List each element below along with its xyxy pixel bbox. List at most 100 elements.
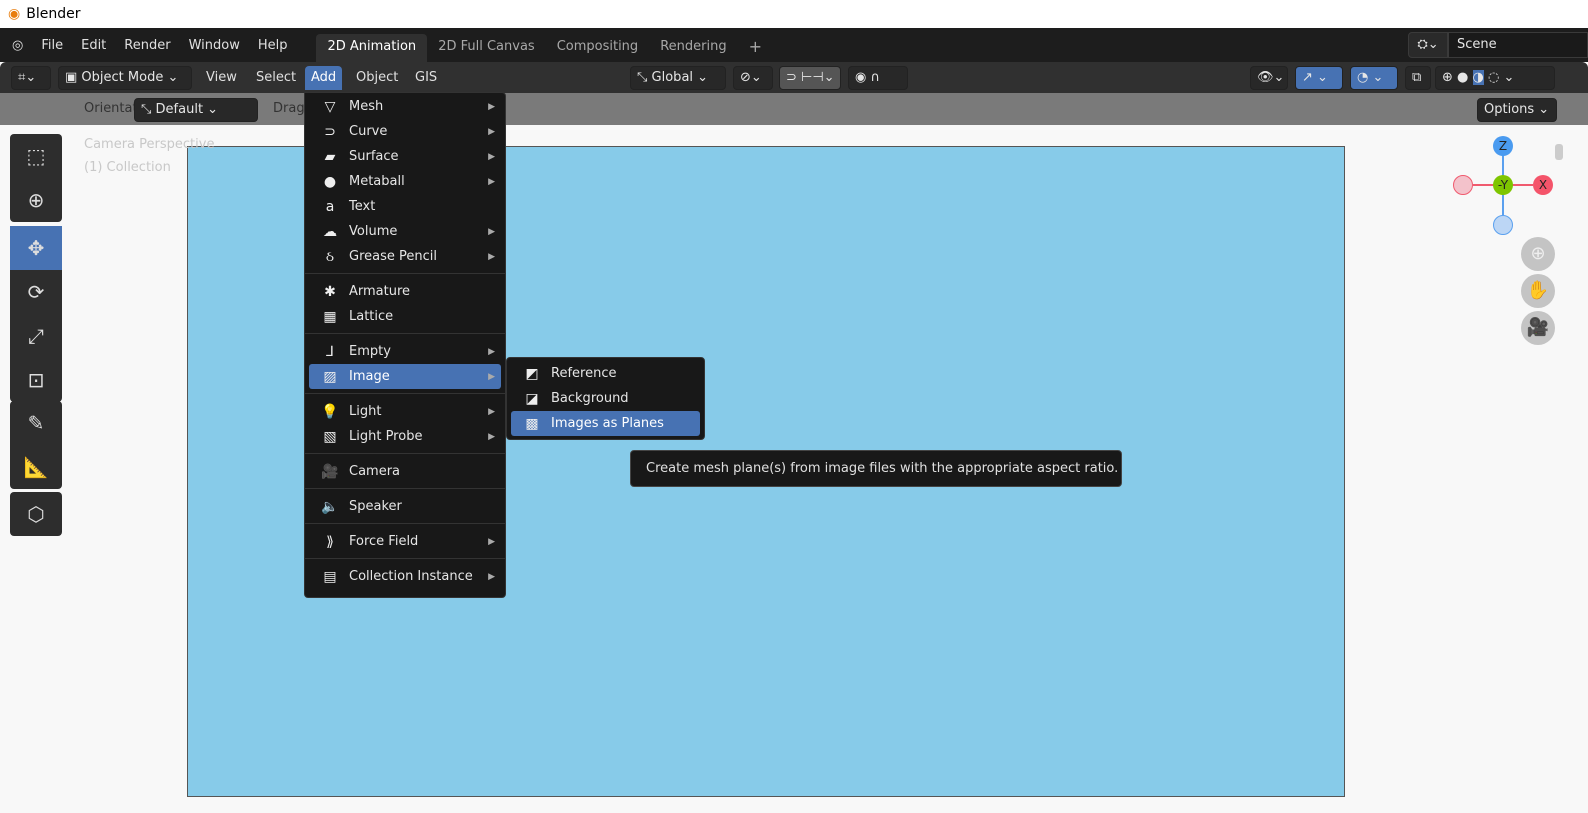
menu-item-camera[interactable]: 🎥 Camera — [309, 459, 501, 484]
tool-settings-bar: Orientation: ⤡ Default ⌄ Drag Options ⌄ — [0, 93, 1588, 125]
collection-instance-icon: ▤ — [323, 568, 337, 585]
menu-window[interactable]: Window — [180, 38, 249, 53]
menu-view[interactable]: View — [200, 66, 243, 90]
menu-item-lattice[interactable]: ▦ Lattice — [309, 304, 501, 329]
menu-item-image[interactable]: ▨ Image ▶ — [309, 364, 501, 389]
add-cube-tool-icon[interactable]: ⬡ — [10, 492, 62, 536]
orientation-value: Default — [155, 102, 204, 117]
gizmo-toggle-button[interactable]: ↗ ⌄ — [1295, 66, 1343, 90]
viewport-scrollbar[interactable] — [1555, 144, 1563, 160]
menu-item-metaball[interactable]: ● Metaball ▶ — [309, 169, 501, 194]
tooltip: Create mesh plane(s) from image files wi… — [630, 450, 1122, 487]
surface-icon: ▰ — [324, 148, 336, 165]
menu-item-label: Background — [551, 391, 629, 406]
volume-icon: ☁ — [323, 223, 337, 240]
editor-type-button[interactable]: ⌗⌄ — [11, 66, 51, 90]
menu-item-label: Metaball — [349, 174, 405, 189]
tab-rendering[interactable]: Rendering — [649, 34, 737, 62]
pivot-point-button[interactable]: ⊘⌄ — [733, 66, 773, 90]
light-probe-icon: ▧ — [323, 428, 337, 445]
zoom-icon[interactable]: ⊕ — [1521, 237, 1555, 271]
camera-icon: 🎥 — [321, 463, 339, 480]
pan-hand-icon[interactable]: ✋ — [1521, 274, 1555, 308]
tab-2d-animation[interactable]: 2D Animation — [316, 34, 428, 62]
menu-file[interactable]: File — [32, 38, 72, 53]
menu-item-empty[interactable]: ⅃ Empty ▶ — [309, 339, 501, 364]
submenu-arrow-icon: ▶ — [488, 226, 495, 237]
menu-item-label: Mesh — [349, 99, 384, 114]
scale-tool-icon[interactable]: ⤢ — [10, 314, 62, 358]
images-as-planes-icon: ▩ — [525, 415, 539, 432]
menu-help[interactable]: Help — [249, 38, 297, 53]
menu-select[interactable]: Select — [250, 66, 302, 90]
mode-selector[interactable]: ▣ Object Mode ⌄ — [58, 66, 192, 90]
overlay-toggle-button[interactable]: ◔ ⌄ — [1350, 66, 1398, 90]
menu-item-light-probe[interactable]: ▧ Light Probe ▶ — [309, 424, 501, 449]
drag-label: Drag — [273, 101, 305, 116]
proportional-editing-button[interactable]: ◉ ∩ — [848, 66, 908, 90]
options-label: Options — [1484, 102, 1535, 117]
add-workspace-button[interactable]: + — [738, 34, 773, 62]
orientation-dropdown[interactable]: ⤡ Default ⌄ — [134, 98, 258, 122]
gizmo-neg-z-axis[interactable] — [1493, 215, 1513, 235]
annotate-tool-icon[interactable]: ✎ — [10, 401, 62, 445]
menu-item-force-field[interactable]: ⟫ Force Field ▶ — [309, 529, 501, 554]
blender-menu-icon[interactable]: ◎ — [0, 38, 32, 53]
image-icon: ▨ — [323, 368, 337, 385]
lattice-icon: ▦ — [323, 308, 337, 325]
menu-item-label: Curve — [349, 124, 388, 139]
menu-render[interactable]: Render — [115, 38, 179, 53]
xray-toggle-button[interactable]: ⧉ — [1405, 66, 1431, 90]
cursor-tool-icon[interactable]: ⊕ — [10, 178, 62, 222]
options-dropdown[interactable]: Options ⌄ — [1477, 98, 1557, 122]
gizmo-neg-x-axis[interactable] — [1453, 175, 1473, 195]
menu-item-label: Camera — [349, 464, 401, 479]
scene-selector[interactable]: ⛭⌄ Scene — [1408, 32, 1588, 58]
visibility-button[interactable]: 👁⌄ — [1250, 66, 1288, 90]
camera-view-icon[interactable]: 🎥 — [1521, 311, 1555, 345]
move-tool-icon[interactable]: ✥ — [10, 226, 62, 270]
menu-add[interactable]: Add — [305, 66, 343, 90]
menu-item-surface[interactable]: ▰ Surface ▶ — [309, 144, 501, 169]
gizmo-z-axis[interactable]: Z — [1493, 136, 1513, 156]
rotate-tool-icon[interactable]: ⟳ — [10, 270, 62, 314]
scene-icon[interactable]: ⛭⌄ — [1408, 32, 1448, 58]
text-icon: a — [325, 198, 335, 215]
tab-compositing[interactable]: Compositing — [546, 34, 650, 62]
snap-button[interactable]: ⊃ ⊢⊣⌄ — [779, 66, 841, 90]
submenu-arrow-icon: ▶ — [488, 571, 495, 582]
gizmo-neg-y-axis[interactable]: -Y — [1493, 175, 1513, 195]
gizmo-x-axis[interactable]: X — [1533, 175, 1553, 195]
menu-object[interactable]: Object — [350, 66, 404, 90]
speaker-icon: 🔈 — [321, 498, 339, 515]
menu-item-images-as-planes[interactable]: ▩ Images as Planes — [511, 411, 700, 436]
curve-icon: ⊃ — [324, 123, 336, 140]
menu-item-text[interactable]: a Text — [309, 194, 501, 219]
menu-item-volume[interactable]: ☁ Volume ▶ — [309, 219, 501, 244]
light-icon: 💡 — [321, 403, 339, 420]
submenu-arrow-icon: ▶ — [488, 151, 495, 162]
select-box-tool-icon[interactable]: ⬚ — [10, 134, 62, 178]
reference-icon: ◩ — [525, 365, 539, 382]
submenu-arrow-icon: ▶ — [488, 126, 495, 137]
menu-item-collection-instance[interactable]: ▤ Collection Instance ▶ — [309, 564, 501, 589]
menu-item-light[interactable]: 💡 Light ▶ — [309, 399, 501, 424]
menu-item-mesh[interactable]: ▽ Mesh ▶ — [309, 94, 501, 119]
menu-item-background[interactable]: ◪ Background — [511, 386, 700, 411]
menu-gis[interactable]: GIS — [409, 66, 443, 90]
menu-item-grease-pencil[interactable]: ઠ Grease Pencil ▶ — [309, 244, 501, 269]
menu-item-curve[interactable]: ⊃ Curve ▶ — [309, 119, 501, 144]
menu-item-reference[interactable]: ◩ Reference — [511, 361, 700, 386]
measure-tool-icon[interactable]: 📐 — [10, 445, 62, 489]
menu-item-speaker[interactable]: 🔈 Speaker — [309, 494, 501, 519]
solid-shading-icon[interactable]: ◑ — [1472, 70, 1484, 85]
transform-orientation-selector[interactable]: ⤡ Global ⌄ — [630, 66, 726, 90]
menu-edit[interactable]: Edit — [72, 38, 115, 53]
shading-mode-buttons[interactable]: ⊕ ● ◑ ◌ ⌄ — [1435, 66, 1555, 90]
transform-tool-icon[interactable]: ⊡ — [10, 358, 62, 402]
menu-item-label: Armature — [349, 284, 411, 299]
menu-separator — [305, 389, 505, 399]
scene-name[interactable]: Scene — [1448, 32, 1588, 58]
tab-2d-full-canvas[interactable]: 2D Full Canvas — [427, 34, 546, 62]
menu-item-armature[interactable]: ✱ Armature — [309, 279, 501, 304]
